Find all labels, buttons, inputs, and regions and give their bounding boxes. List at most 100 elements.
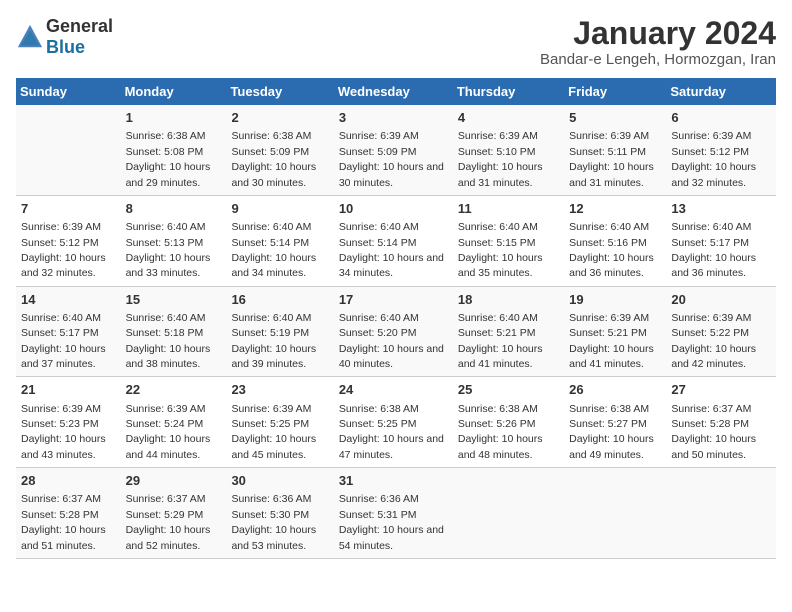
day-number: 14 — [21, 291, 116, 309]
calendar-cell: 29 Sunrise: 6:37 AMSunset: 5:29 PMDayligh… — [121, 468, 227, 559]
calendar-cell: 20Sunrise: 6:39 AMSunset: 5:22 PMDayligh… — [666, 286, 776, 377]
calendar-cell: 25 Sunrise: 6:38 AMSunset: 5:26 PMDayligh… — [453, 377, 564, 468]
calendar-cell — [16, 105, 121, 195]
calendar-week-row: 7Sunrise: 6:39 AMSunset: 5:12 PMDaylight… — [16, 195, 776, 286]
day-number: 29 — [126, 472, 222, 490]
sunrise-info: Sunrise: 6:37 AMSunset: 5:28 PMDaylight:… — [671, 403, 756, 461]
calendar-cell: 18Sunrise: 6:40 AMSunset: 5:21 PMDayligh… — [453, 286, 564, 377]
sunrise-info: Sunrise: 6:39 AMSunset: 5:23 PMDaylight:… — [21, 403, 106, 461]
logo-text: General Blue — [46, 16, 113, 58]
day-number: 31 — [339, 472, 448, 490]
calendar-cell: 6 Sunrise: 6:39 AMSunset: 5:12 PMDaylight… — [666, 105, 776, 195]
day-number: 7 — [21, 200, 116, 218]
sunrise-info: Sunrise: 6:40 AMSunset: 5:13 PMDaylight:… — [126, 221, 211, 279]
day-number: 8 — [126, 200, 222, 218]
calendar-cell: 7Sunrise: 6:39 AMSunset: 5:12 PMDaylight… — [16, 195, 121, 286]
calendar-cell: 8 Sunrise: 6:40 AMSunset: 5:13 PMDaylight… — [121, 195, 227, 286]
day-number: 2 — [231, 109, 328, 127]
calendar-cell — [666, 468, 776, 559]
day-number: 24 — [339, 381, 448, 399]
calendar-cell: 24Sunrise: 6:38 AMSunset: 5:25 PMDayligh… — [334, 377, 453, 468]
day-number: 13 — [671, 200, 771, 218]
sunrise-info: Sunrise: 6:38 AMSunset: 5:26 PMDaylight:… — [458, 403, 543, 461]
sunrise-info: Sunrise: 6:39 AMSunset: 5:12 PMDaylight:… — [671, 130, 756, 188]
page-title: January 2024 — [540, 16, 776, 51]
calendar-cell: 30Sunrise: 6:36 AMSunset: 5:30 PMDayligh… — [226, 468, 333, 559]
calendar-cell: 28 Sunrise: 6:37 AMSunset: 5:28 PMDayligh… — [16, 468, 121, 559]
calendar-cell: 13 Sunrise: 6:40 AMSunset: 5:17 PMDayligh… — [666, 195, 776, 286]
calendar-table: SundayMondayTuesdayWednesdayThursdayFrid… — [16, 78, 776, 559]
sunrise-info: Sunrise: 6:40 AMSunset: 5:21 PMDaylight:… — [458, 312, 543, 370]
calendar-cell: 19 Sunrise: 6:39 AMSunset: 5:21 PMDayligh… — [564, 286, 666, 377]
logo-blue: Blue — [46, 37, 85, 57]
logo-icon — [16, 23, 44, 51]
day-number: 27 — [671, 381, 771, 399]
title-block: January 2024 Bandar-e Lengeh, Hormozgan,… — [540, 16, 776, 68]
sunrise-info: Sunrise: 6:38 AMSunset: 5:08 PMDaylight:… — [126, 130, 211, 188]
day-number: 9 — [231, 200, 328, 218]
calendar-cell: 26Sunrise: 6:38 AMSunset: 5:27 PMDayligh… — [564, 377, 666, 468]
day-number: 30 — [231, 472, 328, 490]
day-number: 10 — [339, 200, 448, 218]
calendar-cell: 4Sunrise: 6:39 AMSunset: 5:10 PMDaylight… — [453, 105, 564, 195]
day-number: 16 — [231, 291, 328, 309]
calendar-cell: 31 Sunrise: 6:36 AMSunset: 5:31 PMDayligh… — [334, 468, 453, 559]
day-number: 4 — [458, 109, 559, 127]
sunrise-info: Sunrise: 6:39 AMSunset: 5:25 PMDaylight:… — [231, 403, 316, 461]
sunrise-info: Sunrise: 6:36 AMSunset: 5:31 PMDaylight:… — [339, 493, 444, 551]
calendar-week-row: 1Sunrise: 6:38 AMSunset: 5:08 PMDaylight… — [16, 105, 776, 195]
day-number: 15 — [126, 291, 222, 309]
sunrise-info: Sunrise: 6:39 AMSunset: 5:09 PMDaylight:… — [339, 130, 444, 188]
calendar-cell: 12Sunrise: 6:40 AMSunset: 5:16 PMDayligh… — [564, 195, 666, 286]
day-number: 26 — [569, 381, 661, 399]
calendar-cell — [453, 468, 564, 559]
column-header-monday: Monday — [121, 78, 227, 105]
calendar-cell: 5 Sunrise: 6:39 AMSunset: 5:11 PMDaylight… — [564, 105, 666, 195]
calendar-cell: 15 Sunrise: 6:40 AMSunset: 5:18 PMDayligh… — [121, 286, 227, 377]
calendar-header-row: SundayMondayTuesdayWednesdayThursdayFrid… — [16, 78, 776, 105]
calendar-cell: 14 Sunrise: 6:40 AMSunset: 5:17 PMDayligh… — [16, 286, 121, 377]
calendar-cell: 3 Sunrise: 6:39 AMSunset: 5:09 PMDaylight… — [334, 105, 453, 195]
sunrise-info: Sunrise: 6:40 AMSunset: 5:17 PMDaylight:… — [671, 221, 756, 279]
sunrise-info: Sunrise: 6:40 AMSunset: 5:15 PMDaylight:… — [458, 221, 543, 279]
day-number: 5 — [569, 109, 661, 127]
day-number: 20 — [671, 291, 771, 309]
calendar-cell: 27 Sunrise: 6:37 AMSunset: 5:28 PMDayligh… — [666, 377, 776, 468]
day-number: 22 — [126, 381, 222, 399]
sunrise-info: Sunrise: 6:37 AMSunset: 5:29 PMDaylight:… — [126, 493, 211, 551]
day-number: 17 — [339, 291, 448, 309]
logo-general: General — [46, 16, 113, 36]
sunrise-info: Sunrise: 6:40 AMSunset: 5:14 PMDaylight:… — [339, 221, 444, 279]
sunrise-info: Sunrise: 6:37 AMSunset: 5:28 PMDaylight:… — [21, 493, 106, 551]
sunrise-info: Sunrise: 6:40 AMSunset: 5:20 PMDaylight:… — [339, 312, 444, 370]
calendar-cell: 17 Sunrise: 6:40 AMSunset: 5:20 PMDayligh… — [334, 286, 453, 377]
column-header-wednesday: Wednesday — [334, 78, 453, 105]
sunrise-info: Sunrise: 6:40 AMSunset: 5:16 PMDaylight:… — [569, 221, 654, 279]
header: General Blue January 2024 Bandar-e Lenge… — [16, 16, 776, 68]
calendar-cell: 10 Sunrise: 6:40 AMSunset: 5:14 PMDayligh… — [334, 195, 453, 286]
calendar-cell: 1Sunrise: 6:38 AMSunset: 5:08 PMDaylight… — [121, 105, 227, 195]
column-header-tuesday: Tuesday — [226, 78, 333, 105]
day-number: 28 — [21, 472, 116, 490]
sunrise-info: Sunrise: 6:39 AMSunset: 5:11 PMDaylight:… — [569, 130, 654, 188]
day-number: 19 — [569, 291, 661, 309]
logo: General Blue — [16, 16, 113, 58]
sunrise-info: Sunrise: 6:40 AMSunset: 5:14 PMDaylight:… — [231, 221, 316, 279]
sunrise-info: Sunrise: 6:39 AMSunset: 5:21 PMDaylight:… — [569, 312, 654, 370]
calendar-week-row: 21Sunrise: 6:39 AMSunset: 5:23 PMDayligh… — [16, 377, 776, 468]
sunrise-info: Sunrise: 6:40 AMSunset: 5:17 PMDaylight:… — [21, 312, 106, 370]
day-number: 3 — [339, 109, 448, 127]
day-number: 6 — [671, 109, 771, 127]
day-number: 23 — [231, 381, 328, 399]
calendar-cell: 16Sunrise: 6:40 AMSunset: 5:19 PMDayligh… — [226, 286, 333, 377]
calendar-cell: 22Sunrise: 6:39 AMSunset: 5:24 PMDayligh… — [121, 377, 227, 468]
calendar-cell: 21Sunrise: 6:39 AMSunset: 5:23 PMDayligh… — [16, 377, 121, 468]
sunrise-info: Sunrise: 6:40 AMSunset: 5:18 PMDaylight:… — [126, 312, 211, 370]
day-number: 25 — [458, 381, 559, 399]
calendar-cell: 23 Sunrise: 6:39 AMSunset: 5:25 PMDayligh… — [226, 377, 333, 468]
column-header-friday: Friday — [564, 78, 666, 105]
column-header-thursday: Thursday — [453, 78, 564, 105]
calendar-cell — [564, 468, 666, 559]
column-header-sunday: Sunday — [16, 78, 121, 105]
column-header-saturday: Saturday — [666, 78, 776, 105]
